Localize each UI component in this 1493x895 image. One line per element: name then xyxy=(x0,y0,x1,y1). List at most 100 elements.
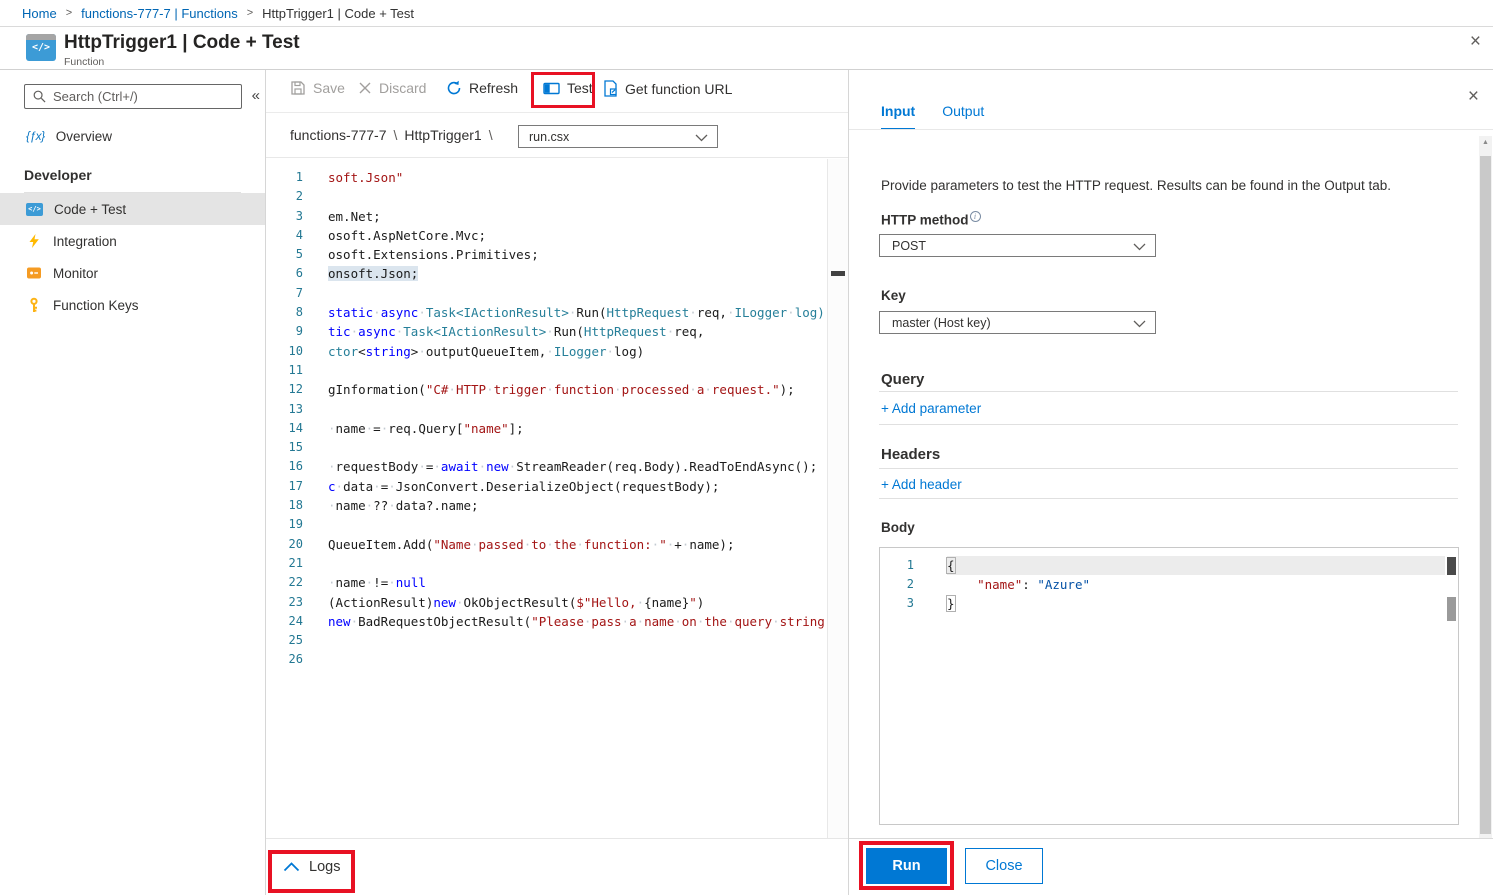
line-number: 24 xyxy=(266,612,303,631)
search-input[interactable] xyxy=(53,89,233,104)
body-scrollbar-marker xyxy=(1447,597,1456,621)
sidebar: « {ƒx} Overview Developer </> Code + Tes… xyxy=(0,70,266,895)
code-line[interactable] xyxy=(328,650,826,669)
code-line[interactable]: ctor<string>·outputQueueItem,·ILogger·lo… xyxy=(328,342,826,361)
body-line[interactable]: { xyxy=(947,556,1445,575)
page-title: HttpTrigger1 | Code + Test xyxy=(64,32,300,54)
code-line[interactable]: ·name·!=·null xyxy=(328,573,826,592)
tab-input[interactable]: Input xyxy=(881,103,915,130)
tab-output[interactable]: Output xyxy=(942,103,984,130)
line-number: 19 xyxy=(266,515,303,534)
code-line[interactable]: ·name·??·data?.name; xyxy=(328,496,826,515)
save-button[interactable]: Save xyxy=(290,80,345,96)
panel-scrollbar[interactable]: ▲ xyxy=(1479,136,1492,838)
key-dropdown[interactable]: master (Host key) xyxy=(879,311,1156,334)
add-header-link[interactable]: + Add header xyxy=(881,477,962,492)
test-panel-close-icon[interactable]: × xyxy=(1468,86,1479,108)
page-subtitle: Function xyxy=(64,56,104,68)
key-icon xyxy=(26,297,42,313)
breadcrumb-function-app[interactable]: functions-777-7 | Functions xyxy=(81,6,238,21)
body-gutter: 123 xyxy=(880,556,920,613)
scroll-up-arrow-icon[interactable]: ▲ xyxy=(1479,139,1492,146)
code-line[interactable]: c·data·=·JsonConvert.DeserializeObject(r… xyxy=(328,477,826,496)
key-label: Key xyxy=(881,288,906,303)
code-line[interactable]: ·requestBody·=·await·new·StreamReader(re… xyxy=(328,457,826,476)
get-function-url-button[interactable]: Get function URL xyxy=(603,80,732,97)
run-button[interactable]: Run xyxy=(866,848,947,884)
code-line[interactable]: soft.Json" xyxy=(328,168,826,187)
backslash-separator: \ xyxy=(482,127,500,143)
code-line[interactable]: (ActionResult)new·OkObjectResult($"Hello… xyxy=(328,593,826,612)
chevron-right-icon: > xyxy=(247,7,253,19)
search-icon xyxy=(33,90,46,103)
body-editor[interactable]: 123 { "name": "Azure"} xyxy=(879,547,1459,825)
sidebar-item-function-keys[interactable]: Function Keys xyxy=(0,289,265,321)
footer-divider xyxy=(849,838,1493,839)
line-number: 16 xyxy=(266,457,303,476)
file-select-dropdown[interactable]: run.csx xyxy=(518,125,718,148)
line-number: 12 xyxy=(266,380,303,399)
code-line[interactable]: new·BadRequestObjectResult("Please·pass·… xyxy=(328,612,826,631)
blade-close-icon[interactable]: × xyxy=(1470,31,1481,53)
code-line[interactable]: osoft.Extensions.Primitives; xyxy=(328,245,826,264)
sidebar-item-integration[interactable]: Integration xyxy=(0,225,265,257)
breadcrumb-current: HttpTrigger1 | Code + Test xyxy=(262,6,414,21)
code-line[interactable]: static·async·Task<IActionResult>·Run(Htt… xyxy=(328,303,826,322)
test-panel: × Input Output Provide parameters to tes… xyxy=(848,70,1493,895)
code-line[interactable] xyxy=(328,438,826,457)
http-method-label: HTTP methodi xyxy=(881,211,981,228)
code-panel: Save Discard Refresh Test xyxy=(266,70,848,895)
line-number: 10 xyxy=(266,342,303,361)
save-icon xyxy=(290,80,306,96)
section-divider xyxy=(879,468,1458,469)
line-number: 5 xyxy=(266,245,303,264)
code-editor[interactable]: 1234567891011121314151617181920212223242… xyxy=(266,159,848,838)
code-line[interactable] xyxy=(328,515,826,534)
panel-scrollbar-thumb[interactable] xyxy=(1480,156,1491,834)
line-number: 18 xyxy=(266,496,303,515)
code-lines[interactable]: soft.Json" em.Net;osoft.AspNetCore.Mvc;os… xyxy=(328,168,826,670)
code-line[interactable]: em.Net; xyxy=(328,207,826,226)
editor-scrollbar[interactable] xyxy=(827,159,848,838)
logs-label: Logs xyxy=(309,859,340,875)
line-number: 13 xyxy=(266,400,303,419)
chevron-down-icon xyxy=(695,134,708,142)
code-line[interactable]: osoft.AspNetCore.Mvc; xyxy=(328,226,826,245)
code-line[interactable] xyxy=(328,284,826,303)
chevron-down-icon xyxy=(1133,320,1146,328)
body-line[interactable]: } xyxy=(947,594,1445,613)
http-method-dropdown[interactable]: POST xyxy=(879,234,1156,257)
discard-button[interactable]: Discard xyxy=(358,80,426,96)
azure-portal-code-test-screen: Home > functions-777-7 | Functions > Htt… xyxy=(0,0,1493,895)
sidebar-item-code-test[interactable]: </> Code + Test xyxy=(0,193,265,225)
sidebar-collapse-icon[interactable]: « xyxy=(252,87,260,104)
sidebar-item-monitor[interactable]: Monitor xyxy=(0,257,265,289)
code-line[interactable] xyxy=(328,400,826,419)
breadcrumb-home[interactable]: Home xyxy=(22,6,57,21)
body-lines[interactable]: { "name": "Azure"} xyxy=(947,556,1445,613)
code-line[interactable]: onsoft.Json; xyxy=(328,264,826,283)
code-line[interactable] xyxy=(328,631,826,650)
body-scrollbar[interactable] xyxy=(1446,549,1457,823)
code-line[interactable]: QueueItem.Add("Name·passed·to·the·functi… xyxy=(328,535,826,554)
body-line[interactable]: "name": "Azure" xyxy=(947,575,1445,594)
refresh-button[interactable]: Refresh xyxy=(446,80,518,96)
code-line[interactable]: gInformation("C#·HTTP·trigger·function·p… xyxy=(328,380,826,399)
monitor-icon xyxy=(26,265,42,281)
line-number: 25 xyxy=(266,631,303,650)
test-button[interactable]: Test xyxy=(543,80,593,96)
sidebar-item-overview[interactable]: {ƒx} Overview xyxy=(0,120,265,152)
logs-bar: Logs xyxy=(266,838,848,895)
sidebar-search[interactable] xyxy=(24,84,242,109)
code-line[interactable]: ·name·=·req.Query["name"]; xyxy=(328,419,826,438)
add-parameter-link[interactable]: + Add parameter xyxy=(881,401,981,416)
line-number: 17 xyxy=(266,477,303,496)
code-line[interactable] xyxy=(328,361,826,380)
run-highlight-annotation: Run xyxy=(859,841,954,890)
code-line[interactable] xyxy=(328,187,826,206)
close-button[interactable]: Close xyxy=(965,848,1043,884)
code-line[interactable] xyxy=(328,554,826,573)
code-line[interactable]: tic·async·Task<IActionResult>·Run(HttpRe… xyxy=(328,322,826,341)
editor-toolbar: Save Discard Refresh Test xyxy=(266,70,848,113)
logs-expander-button[interactable]: Logs xyxy=(283,859,340,875)
